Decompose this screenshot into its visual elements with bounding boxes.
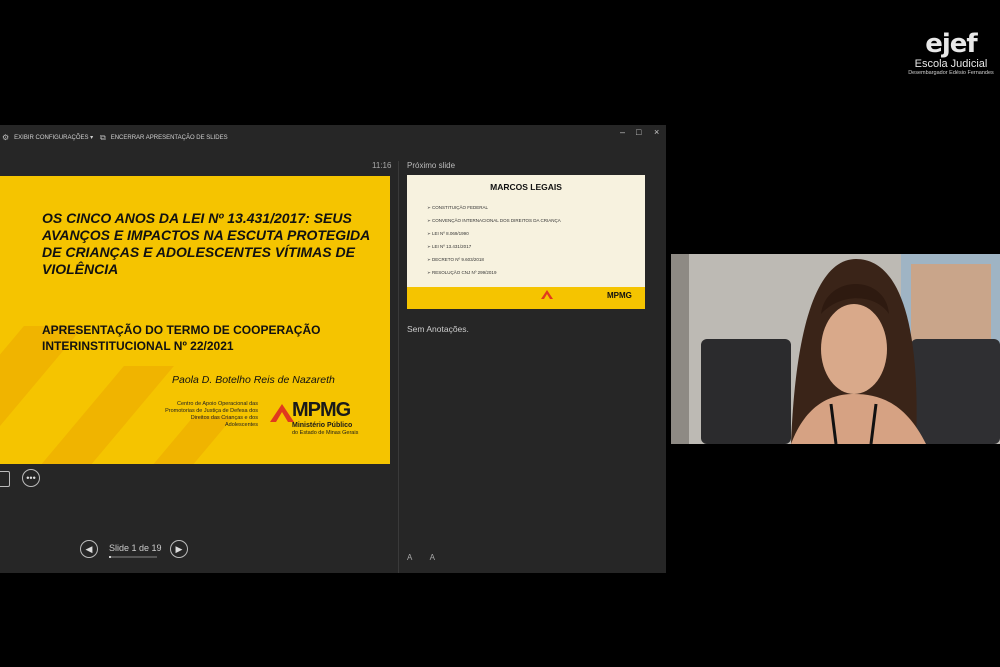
list-item: ➢ DECRETO Nº 9.603/2018 — [427, 257, 484, 262]
ejef-logo: ejef Escola Judicial Desembargador Edési… — [906, 30, 996, 85]
speaker-notes[interactable]: Sem Anotações. — [407, 324, 469, 334]
next-slide-mpmg-logo: MPMG — [607, 291, 632, 300]
mpmg-logo-mark-icon — [541, 290, 553, 299]
list-item: ➢ LEI Nº 8.069/1990 — [427, 231, 469, 236]
font-size-buttons[interactable]: A A — [407, 553, 443, 562]
slide-progress-bar — [109, 556, 157, 558]
next-slide-preview[interactable]: MARCOS LEGAIS ➢ CONSTITUIÇÃO FEDERAL ➢ C… — [407, 175, 645, 309]
slide-title: OS CINCO ANOS DA LEI Nº 13.431/2017: SEU… — [42, 210, 370, 277]
mpmg-logo-mark-icon — [270, 404, 294, 422]
presenter-toolbar: ⚙ EXIBIR CONFIGURAÇÕES ▾ ⧉ ENCERRAR APRE… — [0, 125, 666, 149]
mpmg-org-line1: Ministério Público — [292, 422, 353, 429]
logo-wordmark: ejef — [925, 29, 978, 59]
list-item: ➢ RESOLUÇÃO CNJ Nº 299/2019 — [427, 270, 497, 275]
next-slide-label: Próximo slide — [407, 161, 456, 170]
end-slideshow-button[interactable]: ⧉ ENCERRAR APRESENTAÇÃO DE SLIDES — [100, 133, 228, 143]
slide-caop-text: Centro de Apoio Operacional das Promotor… — [165, 401, 258, 428]
next-slide-icon[interactable]: ▶ — [170, 540, 188, 558]
show-settings-label: EXIBIR CONFIGURAÇÕES ▾ — [14, 135, 94, 141]
presentation-timer: 11:16 — [372, 161, 392, 170]
presenter-view-window: ⚙ EXIBIR CONFIGURAÇÕES ▾ ⧉ ENCERRAR APRE… — [0, 125, 666, 573]
list-item: ➢ CONSTITUIÇÃO FEDERAL — [427, 205, 489, 210]
list-item: ➢ LEI Nº 13.431/2017 — [427, 244, 472, 249]
maximize-button[interactable]: □ — [636, 127, 641, 137]
webcam-video — [671, 254, 1000, 444]
next-slide-title: MARCOS LEGAIS — [490, 182, 562, 192]
slide-author: Paola D. Botelho Reis de Nazareth — [172, 374, 335, 386]
more-options-icon[interactable]: ••• — [22, 469, 40, 487]
slide-sorter-icon[interactable] — [0, 471, 10, 487]
show-settings-button[interactable]: ⚙ EXIBIR CONFIGURAÇÕES ▾ — [2, 133, 93, 142]
presenter-video-frame — [671, 254, 1000, 444]
slide-counter[interactable]: Slide 1 de 19 — [109, 543, 162, 553]
end-show-icon: ⧉ — [100, 133, 106, 142]
minimize-button[interactable]: – — [620, 127, 625, 137]
slide-subtitle: APRESENTAÇÃO DO TERMO DE COOPERAÇÃO INTE… — [42, 323, 321, 353]
close-button[interactable]: × — [654, 127, 659, 137]
end-slideshow-label: ENCERRAR APRESENTAÇÃO DE SLIDES — [110, 135, 228, 141]
slide-progress-fill — [109, 556, 112, 558]
mpmg-org-line2: do Estado de Minas Gerais — [292, 430, 359, 436]
previous-slide-icon[interactable]: ◀ — [80, 540, 98, 558]
next-slide-list: ➢ CONSTITUIÇÃO FEDERAL ➢ CONVENÇÃO INTER… — [427, 201, 561, 279]
list-item: ➢ CONVENÇÃO INTERNACIONAL DOS DIREITOS D… — [427, 218, 561, 223]
logo-line2: Desembargador Edésio Fernandes — [908, 70, 994, 76]
mpmg-logo-text: MPMG — [292, 399, 351, 421]
current-slide: OS CINCO ANOS DA LEI Nº 13.431/2017: SEU… — [0, 176, 390, 464]
logo-line1: Escola Judicial — [914, 58, 988, 70]
pane-divider[interactable] — [398, 161, 399, 573]
settings-icon: ⚙ — [2, 133, 10, 142]
